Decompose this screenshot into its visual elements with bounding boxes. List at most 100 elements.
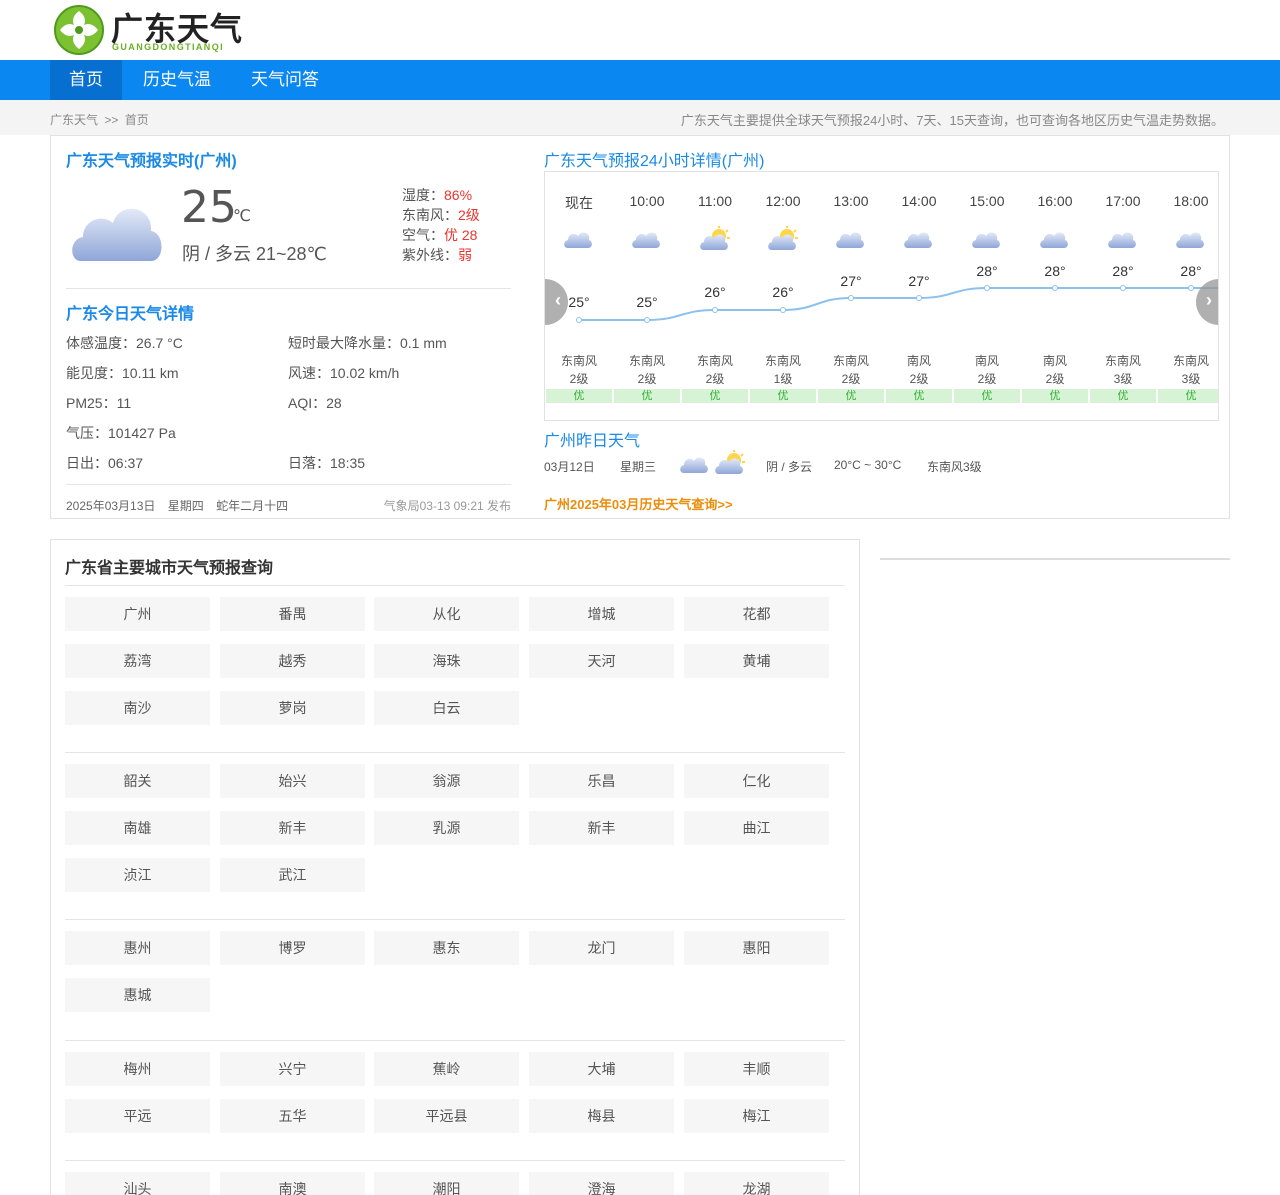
city-link[interactable]: 惠城 bbox=[65, 978, 210, 1012]
partly-cloudy-icon bbox=[700, 226, 730, 250]
site-slogan: 广东天气主要提供全球天气预报24小时、7天、15天查询，也可查询各地区历史气温走… bbox=[680, 113, 1224, 128]
nav-history-temp[interactable]: 历史气温 bbox=[133, 60, 221, 100]
city-link[interactable]: 花都 bbox=[684, 597, 829, 631]
divider bbox=[66, 484, 511, 485]
city-link[interactable]: 梅县 bbox=[529, 1099, 674, 1133]
hourly-air-quality: 优 bbox=[682, 389, 748, 403]
hourly-forecast-title: 广东天气预报24小时详情(广州) bbox=[544, 153, 765, 170]
hourly-time: 现在 bbox=[565, 195, 593, 211]
cloudy-icon bbox=[632, 232, 660, 248]
hourly-time: 18:00 bbox=[1173, 193, 1209, 209]
yesterday-weekday: 星期三 bbox=[620, 460, 657, 474]
hourly-time: 16:00 bbox=[1037, 193, 1073, 209]
city-link[interactable]: 平远 bbox=[65, 1099, 210, 1133]
city-link[interactable]: 韶关 bbox=[65, 764, 210, 798]
city-link[interactable]: 平远县 bbox=[374, 1099, 519, 1133]
sunrise: 日出：06:37 bbox=[66, 455, 144, 471]
city-link[interactable]: 仁化 bbox=[684, 764, 829, 798]
city-link[interactable]: 浈江 bbox=[65, 858, 210, 892]
date-info: 2025年03月13日 星期四 蛇年二月十四 bbox=[66, 497, 288, 514]
hourly-item: 16:00 28° 南风 2级优 bbox=[1021, 172, 1089, 420]
hourly-item: 11:00 26° 东南风 2级优 bbox=[681, 172, 749, 420]
city-link[interactable]: 南雄 bbox=[65, 811, 210, 845]
max-precipitation: 短时最大降水量：0.1 mm bbox=[288, 335, 447, 351]
hourly-wind: 东南风 2级 bbox=[696, 354, 733, 386]
city-link[interactable]: 从化 bbox=[374, 597, 519, 631]
city-link[interactable]: 翁源 bbox=[374, 764, 519, 798]
city-link[interactable]: 丰顺 bbox=[684, 1052, 829, 1086]
breadcrumb-separator: >> bbox=[104, 113, 119, 127]
city-link[interactable]: 龙湖 bbox=[684, 1172, 829, 1195]
site-logo-subtitle: GUANGDONGTIANQI bbox=[112, 42, 224, 52]
hourly-wind: 东南风 2级 bbox=[832, 354, 869, 386]
hourly-temperature: 25° bbox=[636, 294, 658, 310]
city-link[interactable]: 梅州 bbox=[65, 1052, 210, 1086]
city-link[interactable]: 蕉岭 bbox=[374, 1052, 519, 1086]
city-link[interactable]: 天河 bbox=[529, 644, 674, 678]
city-link[interactable]: 新丰 bbox=[529, 811, 674, 845]
city-link[interactable]: 增城 bbox=[529, 597, 674, 631]
city-link[interactable]: 始兴 bbox=[220, 764, 365, 798]
city-link[interactable]: 南沙 bbox=[65, 691, 210, 725]
current-temperature: 25 bbox=[181, 182, 237, 233]
city-link[interactable]: 番禺 bbox=[220, 597, 365, 631]
hourly-item: 14:00 27° 南风 2级优 bbox=[885, 172, 953, 420]
nav-weather-qa[interactable]: 天气问答 bbox=[241, 60, 329, 100]
divider bbox=[65, 1160, 845, 1161]
hourly-temperature: 28° bbox=[1044, 263, 1066, 279]
hourly-air-quality: 优 bbox=[750, 389, 816, 403]
nav-home[interactable]: 首页 bbox=[50, 60, 122, 100]
uv-index: 紫外线：弱 bbox=[402, 247, 472, 263]
city-link[interactable]: 博罗 bbox=[220, 931, 365, 965]
city-link[interactable]: 荔湾 bbox=[65, 644, 210, 678]
hourly-temperature: 27° bbox=[908, 273, 930, 289]
breadcrumb-home[interactable]: 广东天气 bbox=[50, 113, 98, 127]
current-weather-description: 阴 / 多云 21~28℃ bbox=[182, 244, 327, 264]
hourly-item: 10:00 25° 东南风 2级优 bbox=[613, 172, 681, 420]
city-link[interactable]: 新丰 bbox=[220, 811, 365, 845]
city-link[interactable]: 南澳 bbox=[220, 1172, 365, 1195]
cloudy-icon bbox=[72, 208, 162, 261]
hourly-time: 11:00 bbox=[698, 193, 732, 209]
city-link[interactable]: 惠州 bbox=[65, 931, 210, 965]
hourly-air-quality: 优 bbox=[1158, 389, 1218, 403]
sunset: 日落：18:35 bbox=[288, 455, 366, 471]
city-link[interactable]: 惠东 bbox=[374, 931, 519, 965]
hourly-time: 10:00 bbox=[629, 193, 665, 209]
city-link[interactable]: 乐昌 bbox=[529, 764, 674, 798]
hourly-temperature: 26° bbox=[704, 284, 726, 300]
history-weather-link[interactable]: 广州2025年03月历史天气查询>> bbox=[544, 494, 733, 513]
hourly-air-quality: 优 bbox=[818, 389, 884, 403]
city-link[interactable]: 白云 bbox=[374, 691, 519, 725]
hourly-air-quality: 优 bbox=[614, 389, 680, 403]
city-link[interactable]: 武江 bbox=[220, 858, 365, 892]
city-link[interactable]: 龙门 bbox=[529, 931, 674, 965]
pressure: 气压：101427 Pa bbox=[66, 425, 176, 441]
city-link[interactable]: 汕头 bbox=[65, 1172, 210, 1195]
city-link[interactable]: 大埔 bbox=[529, 1052, 674, 1086]
cloudy-icon bbox=[564, 232, 592, 248]
yesterday-description: 阴 / 多云 bbox=[766, 460, 813, 474]
city-link[interactable]: 乳源 bbox=[374, 811, 519, 845]
city-link[interactable]: 曲江 bbox=[684, 811, 829, 845]
city-link[interactable]: 五华 bbox=[220, 1099, 365, 1133]
divider bbox=[65, 1040, 845, 1041]
hourly-item: 13:00 27° 东南风 2级优 bbox=[817, 172, 885, 420]
city-link[interactable]: 广州 bbox=[65, 597, 210, 631]
hourly-forecast: 现在 25° 东南风 2级优 10:00 25° 东南风 2级优 11:00 26° 东南风 2级优 1… bbox=[544, 171, 1219, 421]
breadcrumb-bar: 广东天气 >> 首页 广东天气主要提供全球天气预报24小时、7天、15天查询，也… bbox=[0, 100, 1280, 135]
city-link[interactable]: 海珠 bbox=[374, 644, 519, 678]
city-link[interactable]: 兴宁 bbox=[220, 1052, 365, 1086]
city-link[interactable]: 越秀 bbox=[220, 644, 365, 678]
city-link[interactable]: 梅江 bbox=[684, 1099, 829, 1133]
divider bbox=[66, 288, 511, 289]
city-link[interactable]: 潮阳 bbox=[374, 1172, 519, 1195]
city-link[interactable]: 澄海 bbox=[529, 1172, 674, 1195]
city-link[interactable]: 黄埔 bbox=[684, 644, 829, 678]
city-link[interactable]: 萝岗 bbox=[220, 691, 365, 725]
hourly-temperature: 28° bbox=[1180, 263, 1202, 279]
city-link[interactable]: 惠阳 bbox=[684, 931, 829, 965]
cloudy-icon bbox=[836, 232, 864, 248]
publish-info: 气象局03-13 09:21 发布 bbox=[383, 499, 511, 513]
partly-cloudy-icon bbox=[715, 450, 745, 474]
